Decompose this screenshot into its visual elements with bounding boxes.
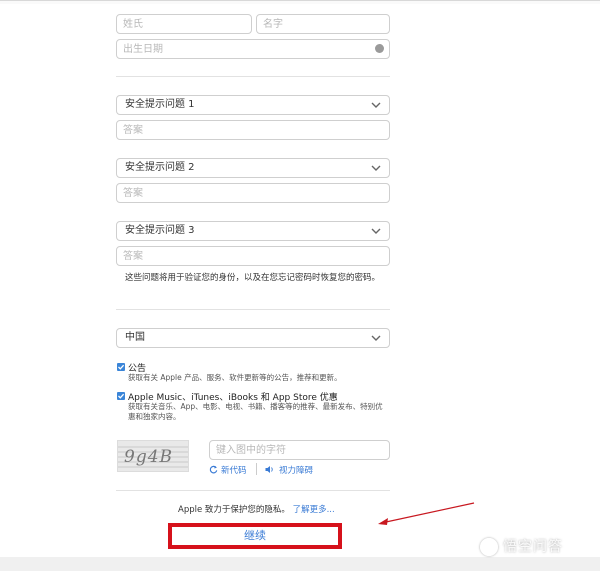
watermark-logo-icon [480, 538, 498, 556]
annotation-arrow [378, 502, 475, 525]
watermark-text: 悟空问答 [503, 539, 563, 555]
apple-id-form-page: 安全提示问题 1 安全提示问题 2 安全提示问题 3 这些问题将用于验证您的身份… [0, 0, 600, 571]
bottom-bar [0, 557, 600, 571]
